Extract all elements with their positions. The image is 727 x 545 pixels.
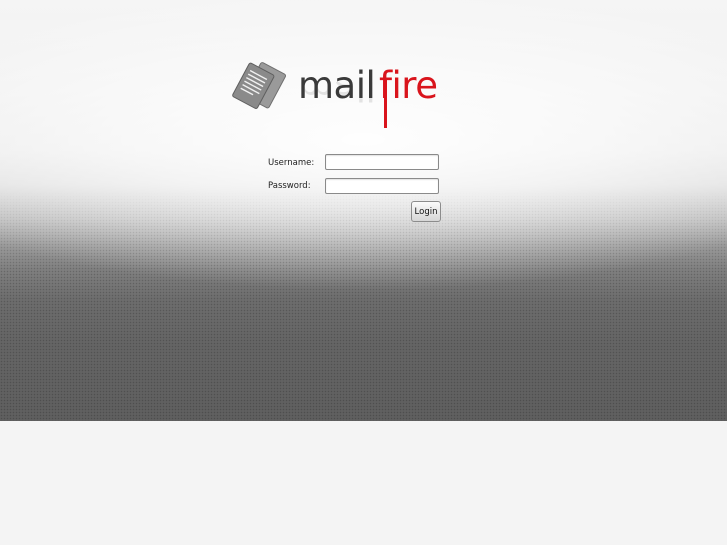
- username-input[interactable]: [325, 154, 439, 170]
- page-bottom-area: [0, 421, 727, 545]
- password-label: Password:: [268, 181, 311, 191]
- logo-reflection: mail: [298, 82, 376, 106]
- username-label: Username:: [268, 158, 315, 168]
- password-input[interactable]: [325, 178, 439, 194]
- login-page: mail fire mail Username: Password: Login: [0, 0, 727, 545]
- login-button[interactable]: Login: [411, 201, 441, 222]
- logo-text-fire: fire: [379, 64, 438, 107]
- documents-icon: [232, 62, 287, 109]
- logo-accent-bar: [384, 78, 387, 128]
- login-form: Username: Password: Login: [260, 152, 450, 227]
- mailfire-logo: mail fire mail: [226, 58, 440, 133]
